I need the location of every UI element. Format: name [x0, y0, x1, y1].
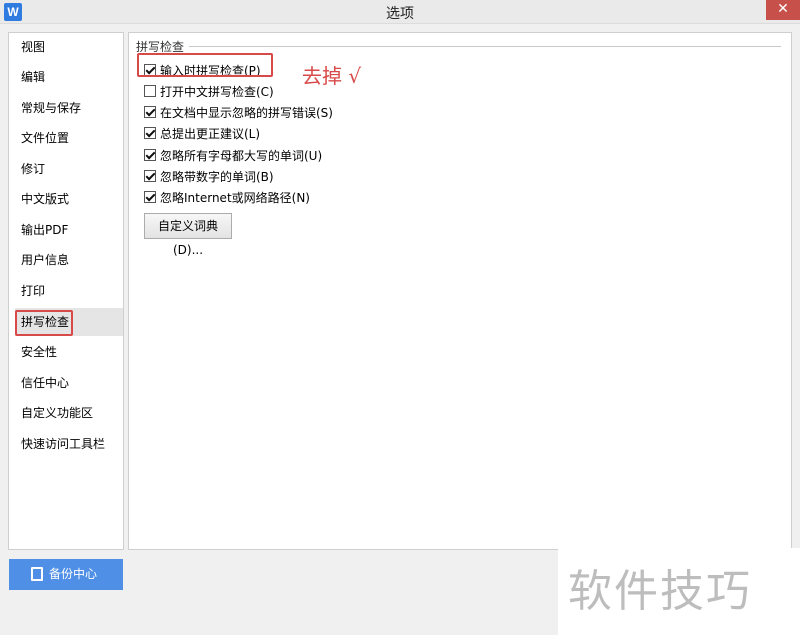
custom-dictionary-button[interactable]: 自定义词典(D)... — [144, 213, 232, 257]
option-always-suggest[interactable]: 总提出更正建议(L) — [144, 124, 260, 142]
sidebar-item-user-info[interactable]: 用户信息 — [9, 246, 123, 274]
option-label: 忽略Internet或网络路径(N) — [160, 190, 310, 205]
option-label: 忽略所有字母都大写的单词(U) — [160, 148, 323, 163]
option-ignore-internet-paths[interactable]: 忽略Internet或网络路径(N) — [144, 188, 310, 206]
sidebar-item-edit[interactable]: 编辑 — [9, 63, 123, 91]
option-label: 总提出更正建议(L) — [160, 126, 261, 141]
sidebar-item-print[interactable]: 打印 — [9, 277, 123, 305]
option-ignore-numbers[interactable]: 忽略带数字的单词(B) — [144, 167, 274, 185]
option-label: 忽略带数字的单词(B) — [160, 169, 274, 184]
option-show-ignored-errors[interactable]: 在文档中显示忽略的拼写错误(S) — [144, 103, 333, 121]
sidebar-item-output-pdf[interactable]: 输出PDF — [9, 216, 123, 244]
checkbox-icon[interactable] — [144, 191, 156, 203]
sidebar-item-view[interactable]: 视图 — [9, 33, 123, 61]
option-chinese-spellcheck[interactable]: 打开中文拼写检查(C) — [144, 82, 274, 100]
option-label: 打开中文拼写检查(C) — [160, 84, 274, 99]
annotation-remove-check: 去掉 √ — [302, 64, 362, 88]
section-divider — [189, 46, 781, 47]
checkbox-icon[interactable] — [144, 85, 156, 97]
sidebar-item-security[interactable]: 安全性 — [9, 338, 123, 366]
sidebar-item-chinese-layout[interactable]: 中文版式 — [9, 185, 123, 213]
spellcheck-panel: 拼写检查 输入时拼写检查(P) 打开中文拼写检查(C) 在文档中显示忽略的拼写错… — [128, 32, 792, 550]
close-button[interactable]: ✕ — [766, 0, 800, 20]
title-bar: W 选项 ✕ — [0, 0, 800, 24]
backup-center-button[interactable]: 备份中心 — [9, 559, 123, 590]
sidebar-item-file-location[interactable]: 文件位置 — [9, 124, 123, 152]
checkbox-icon[interactable] — [144, 170, 156, 182]
option-label: 在文档中显示忽略的拼写错误(S) — [160, 105, 333, 120]
option-ignore-uppercase[interactable]: 忽略所有字母都大写的单词(U) — [144, 146, 322, 164]
highlight-box-spellcheck — [15, 310, 73, 336]
watermark: 软件技巧 — [558, 548, 800, 635]
backup-icon — [31, 567, 43, 581]
sidebar-item-general-save[interactable]: 常规与保存 — [9, 94, 123, 122]
checkbox-icon[interactable] — [144, 127, 156, 139]
sidebar-item-customize-ribbon[interactable]: 自定义功能区 — [9, 399, 123, 427]
sidebar-item-quick-access-toolbar[interactable]: 快速访问工具栏 — [9, 430, 123, 458]
sidebar-item-revision[interactable]: 修订 — [9, 155, 123, 183]
sidebar-item-trust-center[interactable]: 信任中心 — [9, 369, 123, 397]
window-title: 选项 — [386, 6, 414, 22]
checkbox-icon[interactable] — [144, 149, 156, 161]
options-sidebar: 视图 编辑 常规与保存 文件位置 修订 中文版式 输出PDF 用户信息 打印 拼… — [8, 32, 124, 550]
checkbox-icon[interactable] — [144, 106, 156, 118]
highlight-box-check-while-typing — [137, 53, 273, 77]
backup-center-label: 备份中心 — [49, 567, 98, 581]
